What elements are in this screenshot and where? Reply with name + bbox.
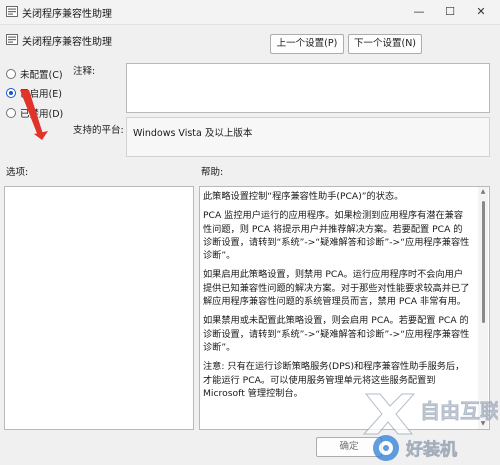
close-button[interactable]: ✕	[468, 3, 494, 21]
close-icon: ✕	[476, 5, 486, 18]
maximize-icon: ☐	[445, 5, 455, 18]
minimize-button[interactable]: —	[406, 3, 432, 21]
radio-circle[interactable]	[6, 69, 16, 79]
policy-setting-icon	[6, 34, 18, 45]
radio-circle[interactable]	[6, 108, 16, 118]
scroll-up-icon[interactable]: ▲	[478, 187, 488, 197]
next-setting-button[interactable]: 下一个设置(N)	[348, 34, 422, 54]
help-paragraph: 此策略设置控制“程序兼容性助手(PCA)”的状态。	[203, 191, 404, 202]
policy-window-icon	[6, 6, 18, 17]
help-paragraph: 如果禁用或未配置此策略设置，则会启用 PCA。若要配置 PCA 的诊断设置，请转…	[203, 315, 470, 353]
maximize-button[interactable]: ☐	[437, 3, 463, 21]
comment-textarea[interactable]	[126, 63, 490, 113]
help-paragraph: 如果启用此策略设置，则禁用 PCA。运行应用程序时不会向用户提供已知兼容性问题的…	[203, 269, 470, 308]
watermark-logo: 自由互联 好装机	[362, 393, 498, 461]
red-arrow-annotation	[20, 90, 48, 140]
options-panel	[4, 186, 194, 430]
supported-platform-label: 支持的平台:	[73, 125, 124, 136]
help-paragraph: PCA 监控用户运行的应用程序。如果检测到应用程序有潜在兼容性问题，则 PCA …	[203, 210, 470, 262]
scroll-thumb[interactable]	[482, 201, 485, 323]
help-section-label: 帮助:	[201, 167, 224, 178]
window-title: 关闭程序兼容性助理	[22, 9, 112, 20]
radio-not-configured[interactable]: 未配置(C)	[6, 67, 63, 81]
comment-label: 注释:	[73, 66, 96, 77]
radio-circle-selected[interactable]	[6, 88, 16, 98]
svg-text:自由互联: 自由互联	[420, 399, 498, 423]
options-section-label: 选项:	[6, 167, 29, 178]
svg-text:好装机: 好装机	[405, 439, 457, 460]
policy-name: 关闭程序兼容性助理	[22, 37, 112, 48]
previous-setting-button[interactable]: 上一个设置(P)	[270, 34, 344, 54]
minimize-icon: —	[413, 5, 425, 18]
supported-platform-value: Windows Vista 及以上版本	[126, 117, 490, 157]
